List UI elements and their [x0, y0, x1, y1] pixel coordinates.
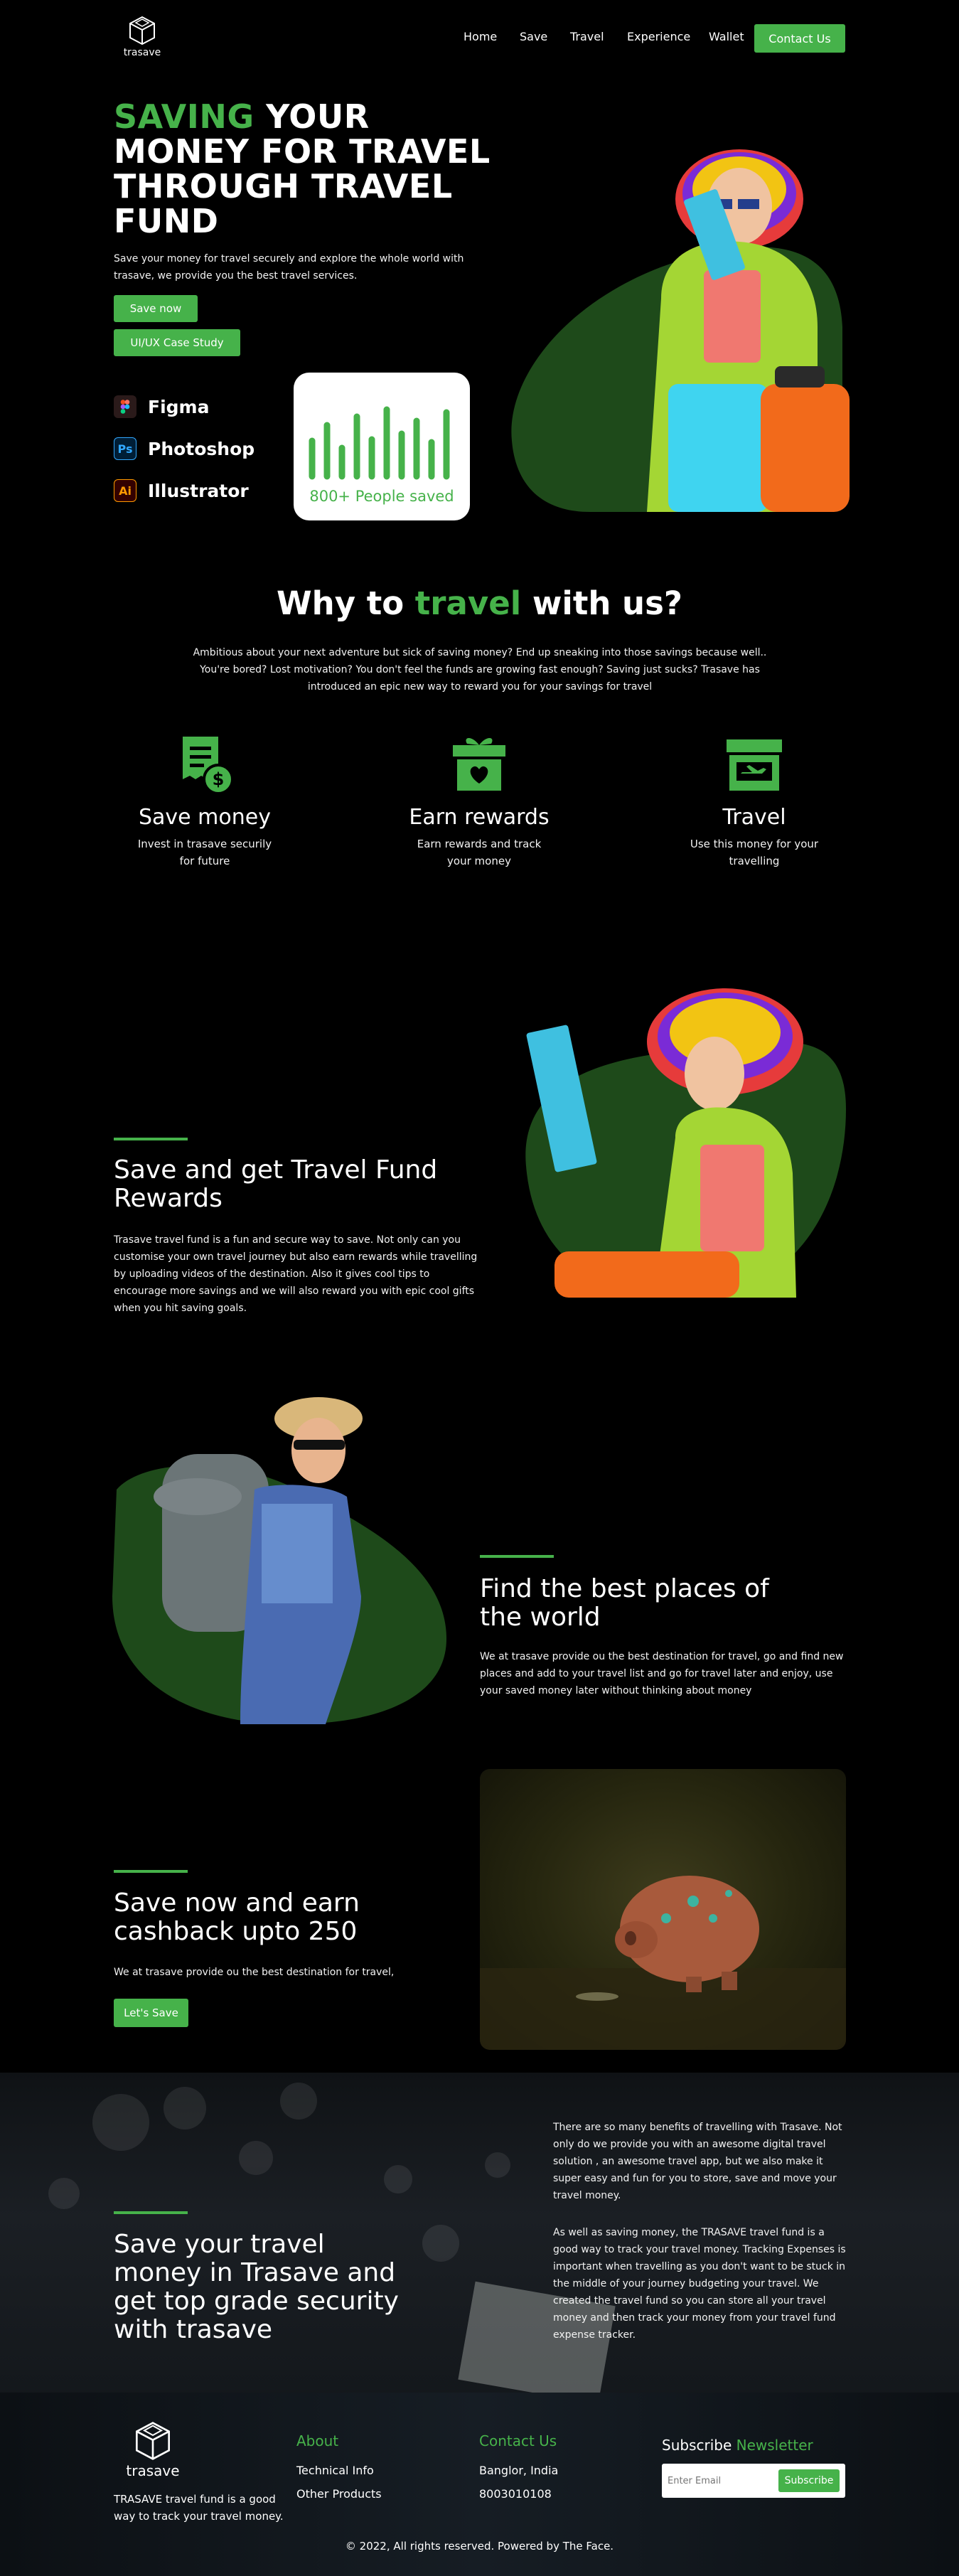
- footer-link-other-products[interactable]: Other Products: [296, 2487, 382, 2501]
- hero-title-line2: MONEY FOR TRAVEL: [114, 132, 491, 171]
- newsletter-form: Subscribe: [662, 2464, 845, 2498]
- footer: trasave TRASAVE travel fund is a good wa…: [0, 2393, 959, 2576]
- feature-title: Save money: [139, 805, 271, 830]
- footer-about-title: About: [296, 2432, 339, 2449]
- feature-desc: Invest in trasave securily for future: [137, 838, 272, 867]
- tool-label: Illustrator: [148, 480, 249, 501]
- places-image-backpacker: [112, 1383, 446, 1724]
- brand-name: trasave: [123, 47, 161, 58]
- hero-image-traveler-woman: [483, 114, 853, 512]
- footer-link-technical-info[interactable]: Technical Info: [296, 2464, 374, 2477]
- people-saved-label: 800+ People saved: [309, 488, 454, 505]
- rewards-accent-bar: [114, 1138, 188, 1140]
- brand-logo[interactable]: trasave: [119, 16, 165, 63]
- nav-home[interactable]: Home: [464, 30, 497, 43]
- why-description: Ambitious about your next adventure but …: [193, 647, 767, 693]
- site-header: trasave Home Save Travel Experience Wall…: [0, 0, 959, 78]
- tool-label: Photoshop: [148, 438, 255, 459]
- nav-travel[interactable]: Travel: [570, 30, 604, 43]
- newsletter-email-input[interactable]: [668, 2471, 774, 2490]
- airport-icon: [727, 739, 782, 791]
- feature-title: Travel: [722, 805, 786, 830]
- rewards-image-woman-ticket: [512, 967, 853, 1298]
- rewards-title: Save and get Travel Fund Rewards: [114, 1155, 438, 1213]
- hero-title-highlight: SAVING: [114, 97, 255, 136]
- hero-description: Save your money for travel securely and …: [114, 253, 464, 282]
- security-accent-bar: [114, 2211, 188, 2214]
- newsletter-title-highlight: Newsletter: [736, 2437, 813, 2454]
- nav-save[interactable]: Save: [520, 30, 547, 43]
- gift-heart-icon: [453, 738, 505, 791]
- svg-text:$: $: [213, 769, 225, 789]
- nav-wallet[interactable]: Wallet: [709, 30, 744, 43]
- footer-copyright: © 2022, All rights reserved. Powered by …: [345, 2540, 614, 2553]
- hero-title-line1: YOUR: [254, 97, 370, 136]
- tool-illustrator: Ai Illustrator: [114, 479, 249, 502]
- hero-title-line3: THROUGH TRAVEL: [114, 167, 453, 205]
- cashback-description: We at trasave provide ou the best destin…: [114, 1967, 395, 1978]
- tool-figma: Figma: [114, 395, 209, 418]
- tool-photoshop: Ps Photoshop: [114, 437, 255, 460]
- bar-chart-graphic: [309, 406, 450, 480]
- lets-save-button[interactable]: Let's Save: [114, 1999, 188, 2027]
- piggy-bank-image: [480, 1769, 846, 2050]
- people-saved-card: 800+ People saved: [294, 373, 470, 520]
- cube-logo-icon: [136, 2422, 170, 2460]
- footer-brand-name: trasave: [126, 2462, 180, 2479]
- receipt-dollar-icon: $: [183, 737, 234, 795]
- feature-desc: Use this money for your travelling: [690, 838, 819, 867]
- nav-experience[interactable]: Experience: [627, 30, 690, 43]
- hero-title: SAVING YOUR MONEY FOR TRAVEL THROUGH TRA…: [114, 100, 498, 239]
- feature-earn-rewards: Earn rewards Earn rewards and track your…: [373, 732, 586, 870]
- cashback-title: Save now and earn cashback upto 250: [114, 1888, 360, 1946]
- contact-us-button[interactable]: Contact Us: [754, 24, 845, 53]
- footer-contact-title: Contact Us: [479, 2432, 557, 2449]
- feature-desc: Earn rewards and track your money: [417, 838, 542, 867]
- security-title: Save your travel money in Trasave and ge…: [114, 2230, 399, 2344]
- rewards-description: Trasave travel fund is a fun and secure …: [114, 1234, 478, 1314]
- footer-contact-phone: 8003010108: [479, 2487, 552, 2501]
- why-title: Why to travel with us?: [0, 584, 959, 622]
- why-title-highlight: travel: [414, 584, 522, 622]
- feature-travel: Travel Use this money for your travellin…: [648, 732, 861, 870]
- footer-brand-description: TRASAVE travel fund is a good way to tra…: [114, 2493, 284, 2523]
- newsletter-title-pre: Subscribe: [662, 2437, 736, 2454]
- security-paragraph-2: As well as saving money, the TRASAVE tra…: [553, 2227, 846, 2341]
- feature-save-money: $ Save money Invest in trasave securily …: [98, 732, 311, 870]
- figma-icon: [114, 395, 136, 418]
- photoshop-icon: Ps: [114, 437, 136, 460]
- subscribe-button[interactable]: Subscribe: [778, 2469, 840, 2492]
- footer-contact-location: Banglor, India: [479, 2464, 559, 2477]
- why-title-pre: Why to: [277, 584, 415, 622]
- places-description: We at trasave provide ou the best destin…: [480, 1651, 844, 1696]
- places-title: Find the best places of the world: [480, 1574, 769, 1632]
- places-accent-bar: [480, 1555, 554, 1558]
- cube-logo-icon: [129, 16, 155, 46]
- footer-brand-logo[interactable]: trasave: [121, 2421, 185, 2479]
- newsletter-title: Subscribe Newsletter: [662, 2437, 813, 2454]
- illustrator-icon: Ai: [114, 479, 136, 502]
- save-now-button[interactable]: Save now: [114, 295, 198, 322]
- case-study-button[interactable]: UI/UX Case Study: [114, 329, 240, 356]
- why-title-post: with us?: [521, 584, 682, 622]
- cashback-accent-bar: [114, 1870, 188, 1873]
- feature-title: Earn rewards: [409, 805, 550, 830]
- security-paragraph-1: There are so many benefits of travelling…: [553, 2122, 842, 2201]
- hero-title-line4: FUND: [114, 202, 219, 240]
- tool-label: Figma: [148, 396, 210, 417]
